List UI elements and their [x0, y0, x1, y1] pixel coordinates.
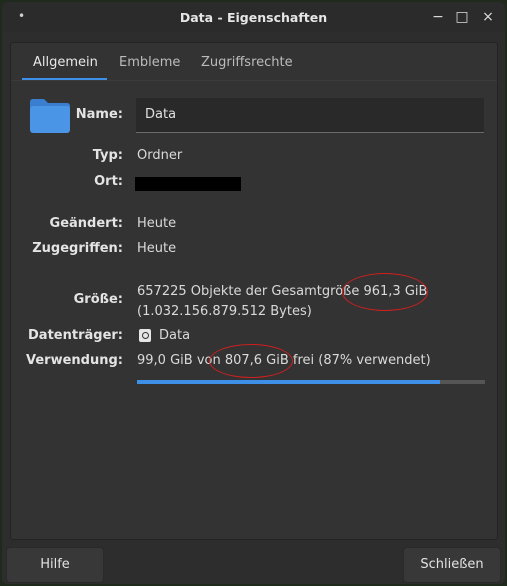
title-bar: • Data - Eigenschaften − □ ×	[2, 2, 505, 32]
close-button[interactable]: Schließen	[403, 547, 501, 583]
volume-label: Datenträger:	[28, 328, 123, 343]
drive-icon	[139, 329, 151, 342]
tabs-divider	[11, 80, 497, 81]
tab-general[interactable]: Allgemein	[33, 55, 98, 70]
properties-panel: Allgemein Embleme Zugriffsrechte Name: D…	[10, 42, 498, 540]
annotation-ellipse-size	[342, 273, 428, 311]
close-window-button[interactable]: ×	[478, 7, 498, 27]
usage-progress-bar	[137, 380, 485, 384]
size-label: Größe:	[73, 292, 123, 307]
help-button[interactable]: Hilfe	[6, 547, 104, 583]
size-bytes: (1.032.156.879.512 Bytes)	[137, 304, 312, 319]
usage-label: Verwendung:	[26, 353, 123, 368]
maximize-button[interactable]: □	[452, 7, 472, 27]
tab-emblems[interactable]: Embleme	[119, 55, 180, 70]
minimize-button[interactable]: −	[428, 7, 448, 27]
location-label: Ort:	[94, 174, 123, 189]
location-redacted	[135, 177, 241, 191]
accessed-value: Heute	[137, 241, 177, 256]
modified-label: Geändert:	[49, 216, 123, 231]
modified-value: Heute	[137, 216, 177, 231]
volume-value: Data	[159, 328, 191, 343]
name-field[interactable]: Data	[136, 98, 484, 133]
accessed-label: Zugegriffen:	[32, 241, 123, 256]
name-label: Name:	[75, 107, 123, 122]
name-field-value: Data	[145, 107, 177, 122]
type-value: Ordner	[137, 148, 183, 163]
usage-progress-fill	[137, 380, 440, 384]
type-label: Typ:	[92, 148, 123, 163]
annotation-ellipse-free	[209, 344, 293, 378]
properties-window: • Data - Eigenschaften − □ × Allgemein E…	[2, 2, 505, 584]
tab-permissions[interactable]: Zugriffsrechte	[201, 55, 293, 70]
